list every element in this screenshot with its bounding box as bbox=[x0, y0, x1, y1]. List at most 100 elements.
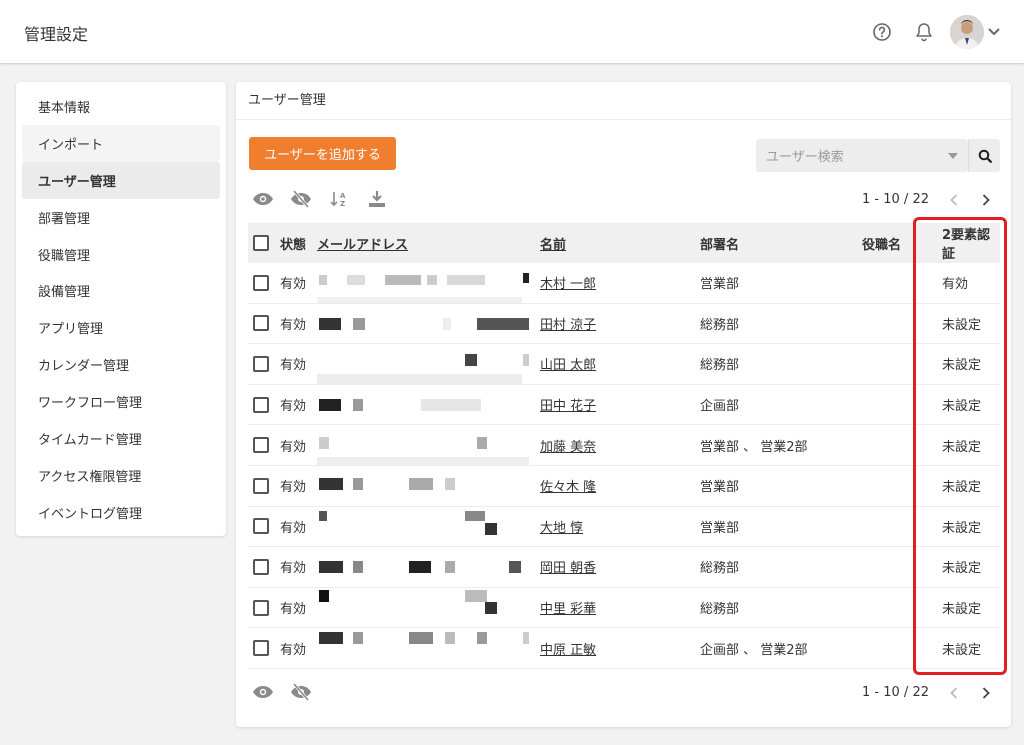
table-row[interactable]: 有効 加藤 美奈 営業部 、 営業2部 未設定 bbox=[248, 425, 1000, 466]
user-name-link[interactable]: 中原 正敏 bbox=[540, 643, 596, 658]
next-page-icon[interactable] bbox=[979, 193, 993, 207]
row-checkbox[interactable] bbox=[253, 437, 269, 454]
help-circle-icon[interactable] bbox=[872, 22, 892, 42]
two-factor-column-highlight bbox=[913, 217, 1007, 675]
row-dept: 営業部 bbox=[700, 277, 740, 293]
top-icons bbox=[872, 14, 1000, 50]
row-status: 有効 bbox=[280, 317, 307, 333]
pager-count: 1 - 10 / 22 bbox=[862, 192, 929, 207]
eye-icon[interactable] bbox=[252, 681, 274, 703]
row-checkbox[interactable] bbox=[253, 640, 269, 657]
svg-text:Z: Z bbox=[340, 200, 345, 208]
add-user-button[interactable]: ユーザーを追加する bbox=[249, 137, 396, 170]
header-email[interactable]: メールアドレス bbox=[317, 234, 408, 253]
header-dept: 部署名 bbox=[700, 237, 740, 253]
row-status: 有効 bbox=[280, 602, 307, 618]
row-checkbox[interactable] bbox=[253, 599, 269, 616]
chevron-down-icon[interactable] bbox=[988, 22, 1000, 42]
select-all-checkbox[interactable] bbox=[253, 235, 269, 251]
sidebar-item-department[interactable]: 部署管理 bbox=[22, 199, 220, 236]
user-name-link[interactable]: 木村 一郎 bbox=[540, 277, 596, 292]
user-name-link[interactable]: 加藤 美奈 bbox=[540, 440, 596, 455]
user-name-link[interactable]: 山田 太郎 bbox=[540, 358, 596, 373]
row-dept: 企画部 、 営業2部 bbox=[700, 642, 808, 658]
row-status: 有効 bbox=[280, 561, 307, 577]
eye-icon[interactable] bbox=[252, 188, 274, 210]
sidebar-item-basic-info[interactable]: 基本情報 bbox=[22, 88, 220, 125]
row-dept: 企画部 bbox=[700, 399, 740, 415]
header-name[interactable]: 名前 bbox=[540, 238, 566, 253]
row-dept: 営業部 bbox=[700, 520, 740, 536]
row-status: 有効 bbox=[280, 277, 307, 293]
row-checkbox[interactable] bbox=[253, 477, 269, 494]
redacted-email bbox=[317, 344, 540, 385]
table-row[interactable]: 有効 佐々木 隆 営業部 未設定 bbox=[248, 466, 1000, 507]
header-status: 状態 bbox=[280, 237, 307, 253]
bell-icon[interactable] bbox=[914, 22, 934, 42]
search-button[interactable] bbox=[968, 139, 1000, 172]
user-name-link[interactable]: 田中 花子 bbox=[540, 399, 596, 414]
row-dept: 総務部 bbox=[700, 602, 740, 618]
user-name-link[interactable]: 岡田 朝香 bbox=[540, 561, 596, 576]
table-row[interactable]: 有効 中原 正敏 企画部 、 営業2部 未設定 bbox=[248, 628, 1000, 669]
sort-az-icon[interactable]: AZ bbox=[328, 188, 350, 210]
table-toolbar-bottom bbox=[252, 681, 328, 703]
search-placeholder: ユーザー検索 bbox=[766, 150, 844, 165]
app-title: 管理設定 bbox=[24, 25, 89, 44]
row-checkbox[interactable] bbox=[253, 274, 269, 291]
next-page-icon[interactable] bbox=[979, 686, 993, 700]
redacted-email bbox=[317, 628, 540, 668]
table-row[interactable]: 有効 中里 彩華 総務部 未設定 bbox=[248, 588, 1000, 629]
table-row[interactable]: 有効 大地 惇 営業部 未設定 bbox=[248, 507, 1000, 548]
table-row[interactable]: 有効 山田 太郎 総務部 未設定 bbox=[248, 344, 1000, 385]
sidebar-item-user-management[interactable]: ユーザー管理 bbox=[22, 161, 220, 199]
redacted-email bbox=[317, 304, 540, 344]
panel-title: ユーザー管理 bbox=[236, 82, 1011, 120]
row-status: 有効 bbox=[280, 520, 307, 536]
row-checkbox[interactable] bbox=[253, 396, 269, 413]
user-name-link[interactable]: 田村 涼子 bbox=[540, 318, 596, 333]
download-icon[interactable] bbox=[366, 188, 388, 210]
sidebar-item-timecard[interactable]: タイムカード管理 bbox=[22, 420, 220, 457]
avatar[interactable] bbox=[950, 15, 984, 49]
sidebar-item-import[interactable]: インポート bbox=[22, 124, 220, 162]
top-bar: 管理設定 bbox=[0, 0, 1024, 64]
user-management-panel: ユーザー管理 ユーザーを追加する ユーザー検索 AZ 1 - 10 / 22 状… bbox=[236, 82, 1011, 727]
sidebar-item-event-log[interactable]: イベントログ管理 bbox=[22, 494, 220, 531]
table-toolbar: AZ bbox=[252, 188, 404, 210]
row-checkbox[interactable] bbox=[253, 355, 269, 372]
user-name-link[interactable]: 大地 惇 bbox=[540, 521, 583, 536]
user-name-link[interactable]: 中里 彩華 bbox=[540, 602, 596, 617]
sidebar-item-app[interactable]: アプリ管理 bbox=[22, 309, 220, 346]
eye-off-icon[interactable] bbox=[290, 188, 312, 210]
table-row[interactable]: 有効 田村 涼子 総務部 未設定 bbox=[248, 304, 1000, 345]
row-status: 有効 bbox=[280, 480, 307, 496]
row-checkbox[interactable] bbox=[253, 315, 269, 332]
redacted-email bbox=[317, 466, 540, 506]
redacted-email bbox=[317, 588, 540, 628]
table-row[interactable]: 有効 岡田 朝香 総務部 未設定 bbox=[248, 547, 1000, 588]
sidebar-item-position[interactable]: 役職管理 bbox=[22, 236, 220, 273]
user-name-link[interactable]: 佐々木 隆 bbox=[540, 480, 596, 495]
settings-sidebar: 基本情報 インポート ユーザー管理 部署管理 役職管理 設備管理 アプリ管理 カ… bbox=[16, 82, 226, 536]
prev-page-icon[interactable] bbox=[947, 686, 961, 700]
eye-off-icon[interactable] bbox=[290, 681, 312, 703]
redacted-email bbox=[317, 263, 540, 303]
prev-page-icon[interactable] bbox=[947, 193, 961, 207]
redacted-email bbox=[317, 425, 540, 466]
sidebar-item-calendar[interactable]: カレンダー管理 bbox=[22, 346, 220, 383]
sidebar-item-access-rights[interactable]: アクセス権限管理 bbox=[22, 457, 220, 494]
redacted-email bbox=[317, 507, 540, 547]
redacted-email bbox=[317, 547, 540, 587]
sidebar-item-workflow[interactable]: ワークフロー管理 bbox=[22, 383, 220, 420]
row-status: 有効 bbox=[280, 399, 307, 415]
user-search-select[interactable]: ユーザー検索 bbox=[756, 139, 968, 172]
row-checkbox[interactable] bbox=[253, 558, 269, 575]
table-row[interactable]: 有効 田中 花子 企画部 未設定 bbox=[248, 385, 1000, 426]
table-row[interactable]: 有効 木村 一郎 営業部 有効 bbox=[248, 263, 1000, 304]
sidebar-item-facility[interactable]: 設備管理 bbox=[22, 272, 220, 309]
pager-count: 1 - 10 / 22 bbox=[862, 685, 929, 700]
row-dept: 総務部 bbox=[700, 561, 740, 577]
search-icon bbox=[978, 149, 992, 163]
row-checkbox[interactable] bbox=[253, 518, 269, 535]
